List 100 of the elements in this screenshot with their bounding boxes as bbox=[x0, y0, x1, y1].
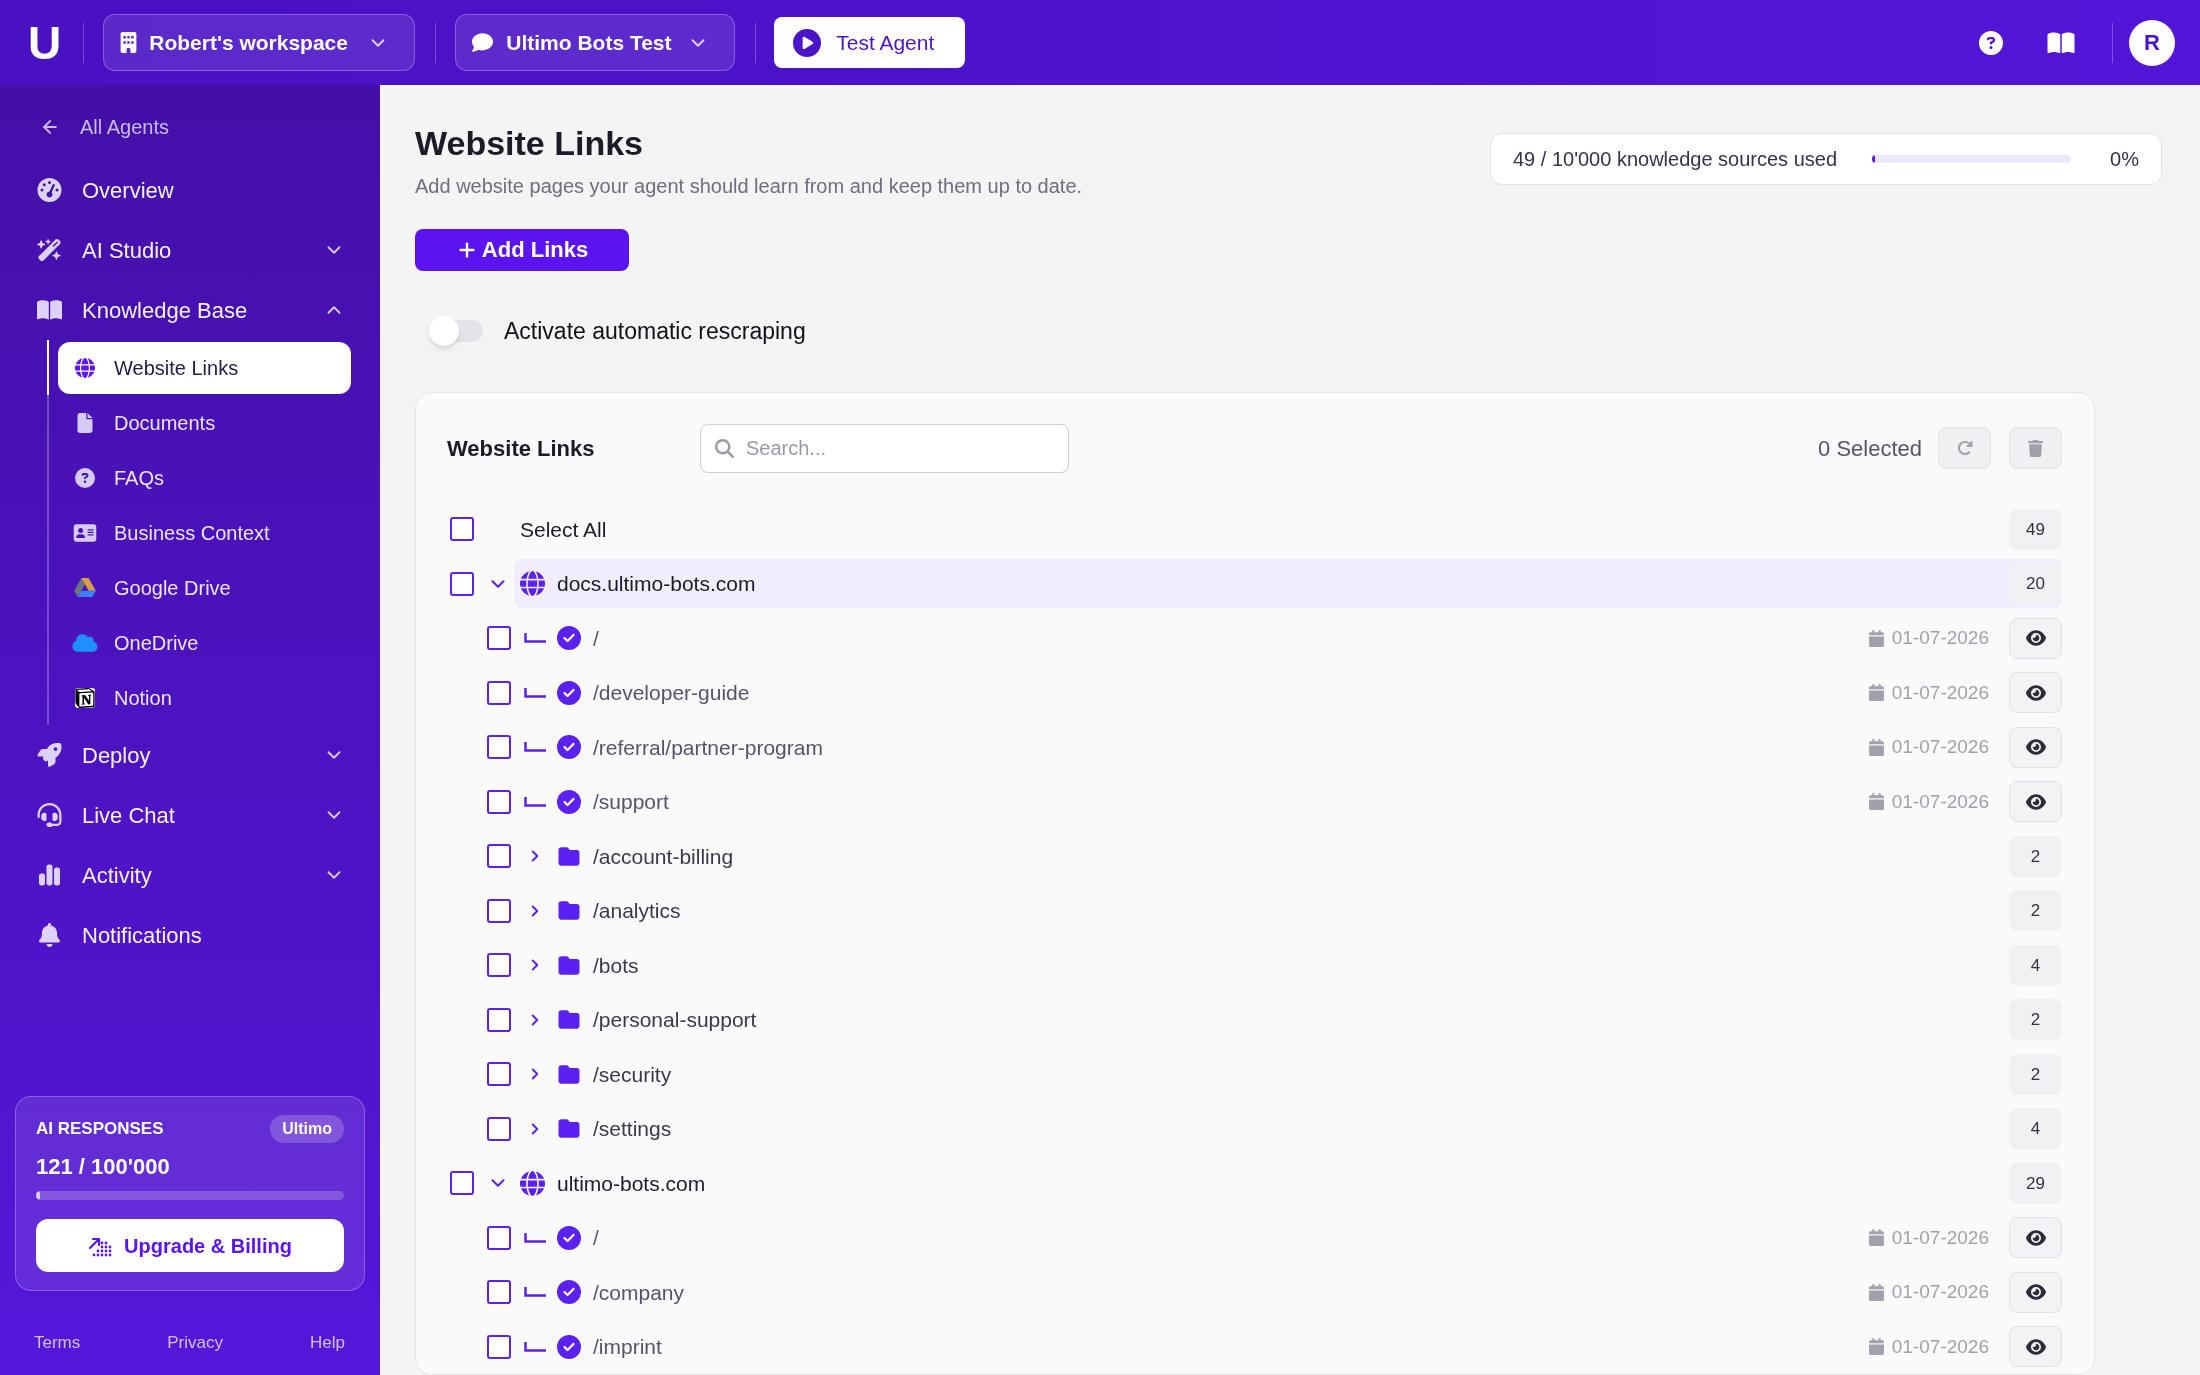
calendar-icon bbox=[1868, 738, 1884, 756]
sidebar-item[interactable]: Knowledge Base bbox=[0, 280, 380, 340]
tree-branch-icon bbox=[524, 1341, 546, 1352]
sidebar-item[interactable]: Notifications bbox=[0, 905, 380, 965]
magic-wand-icon bbox=[36, 238, 62, 262]
page-path[interactable]: /support bbox=[593, 786, 669, 818]
checkbox[interactable] bbox=[487, 1334, 511, 1359]
checkbox[interactable] bbox=[487, 844, 511, 869]
sidebar-subitem[interactable]: Documents bbox=[58, 396, 351, 449]
select-all-label[interactable]: Select All bbox=[520, 513, 607, 545]
folder-path[interactable]: /personal-support bbox=[593, 1004, 757, 1036]
view-button[interactable] bbox=[2009, 672, 2062, 714]
tree-branch-icon bbox=[524, 1287, 546, 1298]
toggle-switch[interactable] bbox=[429, 315, 485, 346]
open-book-icon[interactable] bbox=[2047, 30, 2075, 55]
folder-path[interactable]: /analytics bbox=[593, 895, 681, 927]
sidebar-subitem[interactable]: Notion bbox=[58, 671, 351, 724]
page-path[interactable]: /referral/partner-program bbox=[593, 731, 823, 763]
folder-path[interactable]: /account-billing bbox=[593, 840, 734, 872]
calendar-icon bbox=[1868, 793, 1884, 811]
page-path[interactable]: / bbox=[593, 1222, 599, 1254]
footer-link[interactable]: Privacy bbox=[167, 1330, 223, 1356]
plan-badge: Ultimo bbox=[270, 1114, 344, 1143]
view-button[interactable] bbox=[2009, 1326, 2062, 1368]
footer-link[interactable]: Help bbox=[310, 1330, 345, 1356]
count-badge: 20 bbox=[2009, 563, 2062, 605]
page-path[interactable]: /developer-guide bbox=[593, 677, 750, 709]
sidebar-subitem[interactable]: Business Context bbox=[58, 506, 351, 559]
checkbox[interactable] bbox=[487, 1280, 511, 1305]
agent-dropdown[interactable]: Ultimo Bots Test bbox=[455, 14, 736, 71]
back-link[interactable]: All Agents bbox=[0, 107, 175, 147]
page-date: 01-07-2026 bbox=[1891, 735, 1989, 759]
count-badge: 4 bbox=[2009, 944, 2062, 986]
page-date: 01-07-2026 bbox=[1891, 789, 1989, 814]
building-icon bbox=[120, 32, 138, 53]
view-button[interactable] bbox=[2009, 781, 2062, 823]
quota-text: 49 / 10'000 knowledge sources used bbox=[1513, 147, 1838, 172]
sidebar-subitem[interactable]: FAQs bbox=[58, 451, 351, 504]
n-tile-icon bbox=[75, 687, 95, 708]
usage-count: 121 / 100'000 bbox=[36, 1152, 171, 1180]
view-button[interactable] bbox=[2009, 1271, 2062, 1313]
checkbox[interactable] bbox=[450, 571, 474, 596]
checkbox[interactable] bbox=[487, 1062, 511, 1087]
folder-path[interactable]: /settings bbox=[593, 1113, 672, 1145]
selected-count: 0 Selected bbox=[1818, 434, 1922, 463]
view-button[interactable] bbox=[2009, 726, 2062, 768]
workspace-dropdown[interactable]: Robert's workspace bbox=[103, 14, 416, 71]
footer-link[interactable]: Terms bbox=[34, 1330, 81, 1356]
test-agent-button[interactable]: Test Agent bbox=[774, 17, 966, 68]
eye-icon bbox=[2025, 738, 2046, 757]
checkbox[interactable] bbox=[487, 953, 511, 978]
highlighted-row[interactable]: docs.ultimo-bots.com 20 bbox=[514, 559, 2062, 609]
checkbox[interactable] bbox=[487, 680, 511, 705]
checkbox[interactable] bbox=[487, 1225, 511, 1250]
user-avatar[interactable]: R bbox=[2129, 19, 2175, 66]
folder-icon bbox=[557, 845, 581, 867]
page-path[interactable]: / bbox=[593, 622, 599, 654]
checkbox[interactable] bbox=[450, 517, 474, 542]
domain-row[interactable]: ultimo-bots.com 29 bbox=[514, 1158, 2062, 1208]
folder-path[interactable]: /security bbox=[593, 1058, 672, 1090]
checkbox[interactable] bbox=[487, 735, 511, 760]
headset-icon bbox=[36, 803, 62, 827]
sidebar-item[interactable]: Overview bbox=[0, 160, 380, 220]
checkbox[interactable] bbox=[487, 898, 511, 923]
sidebar-item[interactable]: Activity bbox=[0, 845, 380, 905]
sidebar-item[interactable]: AI Studio bbox=[0, 220, 380, 280]
checkbox[interactable] bbox=[487, 789, 511, 814]
sidebar-item[interactable]: Deploy bbox=[0, 725, 380, 785]
folder-path[interactable]: /bots bbox=[593, 949, 639, 981]
calendar-icon bbox=[1868, 629, 1884, 647]
calendar-icon bbox=[1868, 1283, 1884, 1301]
help-icon[interactable] bbox=[1979, 30, 2003, 55]
folder-icon bbox=[557, 1009, 581, 1031]
checkbox[interactable] bbox=[450, 1171, 474, 1196]
checkbox[interactable] bbox=[487, 1007, 511, 1032]
tree-branch-icon bbox=[524, 687, 546, 698]
count-badge: 2 bbox=[2009, 1053, 2062, 1095]
sidebar-item[interactable]: Live Chat bbox=[0, 785, 380, 845]
sidebar-subitem[interactable]: Website Links bbox=[58, 341, 351, 394]
checkbox[interactable] bbox=[487, 626, 511, 651]
page-path[interactable]: /company bbox=[593, 1276, 685, 1308]
view-button[interactable] bbox=[2009, 1217, 2062, 1259]
view-button[interactable] bbox=[2009, 617, 2062, 659]
upgrade-billing-button[interactable]: Upgrade & Billing bbox=[36, 1219, 344, 1272]
eye-icon bbox=[2025, 1228, 2046, 1247]
folder-icon bbox=[557, 1118, 581, 1140]
checkbox[interactable] bbox=[487, 1116, 511, 1141]
eye-icon bbox=[2025, 1337, 2046, 1356]
gauge-icon bbox=[36, 178, 62, 202]
domain-name: ultimo-bots.com bbox=[557, 1170, 706, 1197]
folder-icon bbox=[557, 954, 581, 976]
tree-branch-icon bbox=[524, 1232, 546, 1243]
sidebar-subitem[interactable]: Google Drive bbox=[58, 561, 351, 614]
domain-name: docs.ultimo-bots.com bbox=[557, 571, 756, 597]
sidebar-subitem[interactable]: OneDrive bbox=[58, 616, 351, 669]
eye-icon bbox=[2025, 629, 2046, 648]
add-links-button[interactable]: Add Links bbox=[415, 229, 629, 271]
page-path[interactable]: /imprint bbox=[593, 1331, 662, 1363]
logo[interactable]: U bbox=[28, 19, 62, 66]
folder-icon bbox=[557, 1063, 581, 1085]
